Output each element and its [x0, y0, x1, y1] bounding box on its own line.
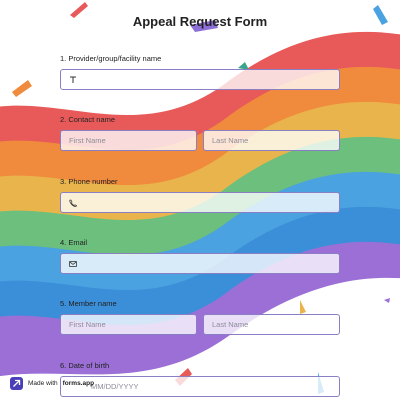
- input-placeholder: MM/DD/YYYY: [91, 382, 139, 391]
- question-phone-number: 3. Phone number: [60, 177, 340, 213]
- contact-last-name-input[interactable]: Last Name: [203, 130, 340, 151]
- question-label: 3. Phone number: [60, 177, 118, 186]
- question-label: 6. Date of birth: [60, 361, 110, 370]
- question-label: 5. Member name: [60, 299, 117, 308]
- made-with-text: Made with: [28, 380, 58, 387]
- question-label: 2. Contact name: [60, 115, 116, 124]
- input-placeholder: First Name: [69, 320, 106, 329]
- phone-number-input[interactable]: [60, 192, 340, 213]
- text-icon: [69, 76, 81, 84]
- question-email: 4. Email: [60, 238, 340, 274]
- member-last-name-input[interactable]: Last Name: [203, 314, 340, 335]
- provider-name-input[interactable]: [60, 69, 340, 90]
- forms-app-logo-icon: [10, 377, 23, 390]
- input-placeholder: Last Name: [212, 136, 249, 145]
- member-first-name-input[interactable]: First Name: [60, 314, 197, 335]
- email-input[interactable]: [60, 253, 340, 274]
- form-title: Appeal Request Form: [132, 14, 268, 29]
- question-provider-name: 1. Provider/group/facility name: [60, 54, 340, 90]
- question-member-name: 5. Member name First Name Last Name: [60, 299, 340, 335]
- brand-name: forms.app: [62, 380, 95, 387]
- date-of-birth-input[interactable]: MM/DD/YYYY: [60, 376, 340, 397]
- question-label: 4. Email: [60, 238, 88, 247]
- made-with-badge[interactable]: Made with forms.app: [10, 377, 94, 390]
- question-contact-name: 2. Contact name First Name Last Name: [60, 115, 340, 151]
- input-placeholder: First Name: [69, 136, 106, 145]
- email-icon: [69, 260, 81, 268]
- appeal-request-form: Appeal Request Form 1. Provider/group/fa…: [0, 0, 400, 400]
- question-label: 1. Provider/group/facility name: [60, 54, 162, 63]
- phone-icon: [69, 199, 81, 207]
- input-placeholder: Last Name: [212, 320, 249, 329]
- contact-first-name-input[interactable]: First Name: [60, 130, 197, 151]
- question-date-of-birth: 6. Date of birth MM/DD/YYYY: [60, 361, 340, 397]
